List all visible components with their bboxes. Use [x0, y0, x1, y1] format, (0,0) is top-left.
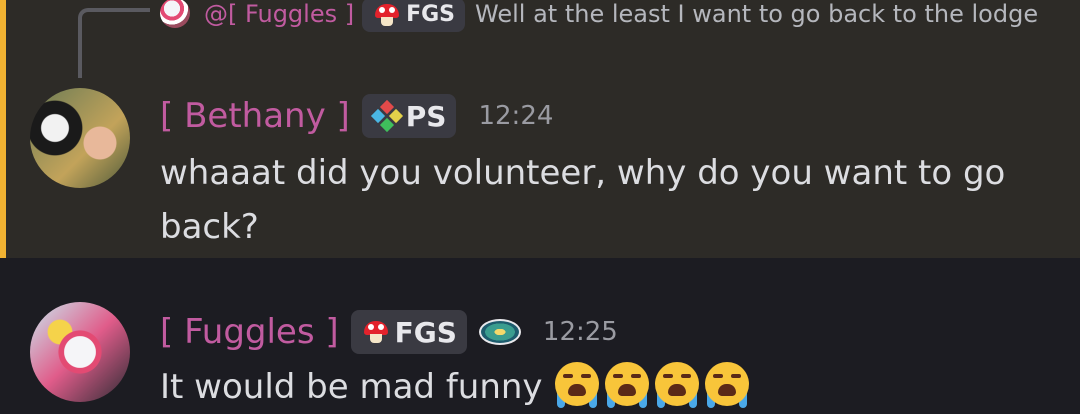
- username[interactable]: [ Bethany ]: [160, 96, 350, 136]
- loudly-crying-face-icon[interactable]: [703, 360, 751, 408]
- reply-mention[interactable]: @[ Fuggles ]: [204, 0, 354, 28]
- loudly-crying-face-icon[interactable]: [653, 360, 701, 408]
- avatar[interactable]: [30, 88, 130, 188]
- message-content: It would be mad funny: [160, 360, 1040, 414]
- loudly-crying-face-icon[interactable]: [553, 360, 601, 408]
- message-text: It would be mad funny: [160, 367, 543, 407]
- role-badge[interactable]: PS: [361, 94, 457, 138]
- loudly-crying-face-icon[interactable]: [603, 360, 651, 408]
- role-badge[interactable]: FGS: [350, 310, 467, 354]
- badge-label: FGS: [394, 315, 457, 349]
- avatar[interactable]: [30, 302, 130, 402]
- reply-avatar[interactable]: [160, 0, 190, 28]
- reply-text: Well at the least I want to go back to t…: [475, 0, 1039, 28]
- mushroom-icon: [372, 3, 402, 27]
- timestamp[interactable]: 12:24: [478, 101, 553, 131]
- four-diamond-icon: [370, 99, 403, 133]
- message-header: [ Bethany ] PS 12:24: [160, 94, 553, 138]
- reply-preview[interactable]: @[ Fuggles ] FGS Well at the least I want …: [160, 0, 1060, 34]
- username[interactable]: [ Fuggles ]: [160, 312, 339, 352]
- server-emblem-icon[interactable]: [478, 319, 521, 345]
- reply-badge-label: FGS: [406, 2, 456, 27]
- reply-connector: [78, 8, 150, 78]
- badge-label: PS: [405, 99, 447, 133]
- message-text: whaaat did you volunteer, why do you wan…: [160, 153, 1006, 247]
- mention-highlight-bar: [0, 0, 6, 258]
- message-header: [ Fuggles ] FGS 12:25: [160, 310, 618, 354]
- mushroom-icon: [361, 320, 391, 344]
- reply-role-badge[interactable]: FGS: [362, 0, 466, 32]
- timestamp[interactable]: 12:25: [543, 317, 618, 347]
